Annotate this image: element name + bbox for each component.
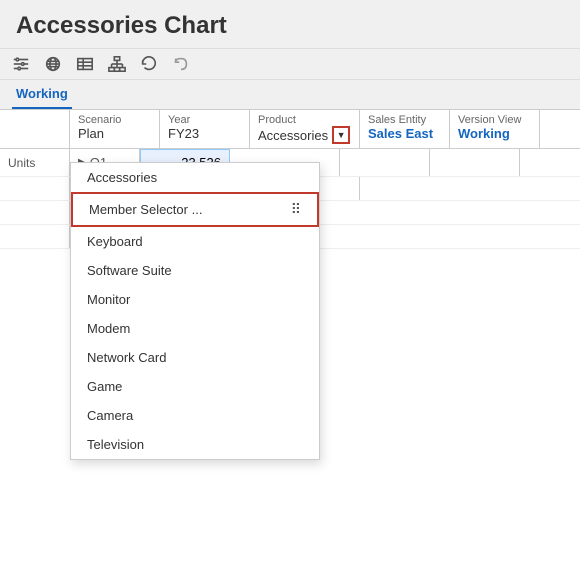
dropdown-item-camera[interactable]: Camera	[71, 401, 319, 430]
empty-side-1	[0, 177, 70, 200]
software-suite-label: Software Suite	[87, 263, 172, 278]
camera-label: Camera	[87, 408, 133, 423]
filter-icon[interactable]	[12, 55, 30, 73]
accessories-label: Accessories	[87, 170, 157, 185]
scenario-label: Scenario	[78, 114, 121, 126]
tab-working[interactable]: Working	[12, 80, 72, 109]
monitor-label: Monitor	[87, 292, 130, 307]
page-header: Accessories Chart	[0, 0, 580, 49]
version-view-value: Working	[458, 126, 510, 141]
dropdown-item-modem[interactable]: Modem	[71, 314, 319, 343]
year-value: FY23	[168, 126, 199, 141]
year-label: Year	[168, 114, 190, 126]
scenario-col-header: Scenario Plan	[70, 110, 160, 148]
version-view-label: Version View	[458, 114, 521, 126]
app-container: Accessories Chart	[0, 0, 580, 585]
product-dropdown-button[interactable]: ▼	[332, 126, 350, 144]
dropdown-item-software-suite[interactable]: Software Suite	[71, 256, 319, 285]
sales-entity-label: Sales Entity	[368, 114, 426, 126]
version-view-col-header: Version View Working	[450, 110, 540, 148]
network-card-label: Network Card	[87, 350, 166, 365]
game-label: Game	[87, 379, 122, 394]
product-value: Accessories	[258, 128, 328, 143]
table-icon[interactable]	[76, 55, 94, 73]
history-icon[interactable]	[140, 55, 158, 73]
page-title: Accessories Chart	[16, 12, 227, 39]
empty-side-2	[0, 201, 70, 224]
undo-icon[interactable]	[172, 55, 190, 73]
scenario-value: Plan	[78, 126, 104, 141]
dropdown-item-television[interactable]: Television	[71, 430, 319, 459]
selector-grid-icon: ⠿	[291, 201, 301, 218]
globe-icon[interactable]	[44, 55, 62, 73]
dropdown-item-keyboard[interactable]: Keyboard	[71, 227, 319, 256]
dropdown-item-game[interactable]: Game	[71, 372, 319, 401]
modem-label: Modem	[87, 321, 130, 336]
dropdown-item-network-card[interactable]: Network Card	[71, 343, 319, 372]
product-header-row: Accessories ▼	[258, 126, 350, 144]
sales-entity-value: Sales East	[368, 126, 433, 141]
product-label: Product	[258, 114, 296, 126]
grid-header-row: Scenario Plan Year FY23 Product Accessor…	[0, 110, 580, 149]
sales-entity-col-header: Sales Entity Sales East	[360, 110, 450, 148]
dropdown-item-monitor[interactable]: Monitor	[71, 285, 319, 314]
television-label: Television	[87, 437, 144, 452]
dropdown-item-accessories[interactable]: Accessories	[71, 163, 319, 192]
corner-cell	[0, 110, 70, 148]
empty-side-3	[0, 225, 70, 248]
units-label: Units	[0, 149, 70, 176]
dropdown-item-member-selector[interactable]: Member Selector ... ⠿	[71, 192, 319, 227]
keyboard-label: Keyboard	[87, 234, 143, 249]
member-selector-label: Member Selector ...	[89, 202, 202, 217]
toolbar	[0, 49, 580, 80]
product-dropdown-menu: Accessories Member Selector ... ⠿ Keyboa…	[70, 162, 320, 460]
product-col-header: Product Accessories ▼	[250, 110, 360, 148]
grid-container: Scenario Plan Year FY23 Product Accessor…	[0, 110, 580, 585]
year-col-header: Year FY23	[160, 110, 250, 148]
tabs-bar: Working	[0, 80, 580, 110]
q1-empty-version	[430, 149, 520, 176]
hierarchy-icon[interactable]	[108, 55, 126, 73]
q1-empty-sales	[340, 149, 430, 176]
